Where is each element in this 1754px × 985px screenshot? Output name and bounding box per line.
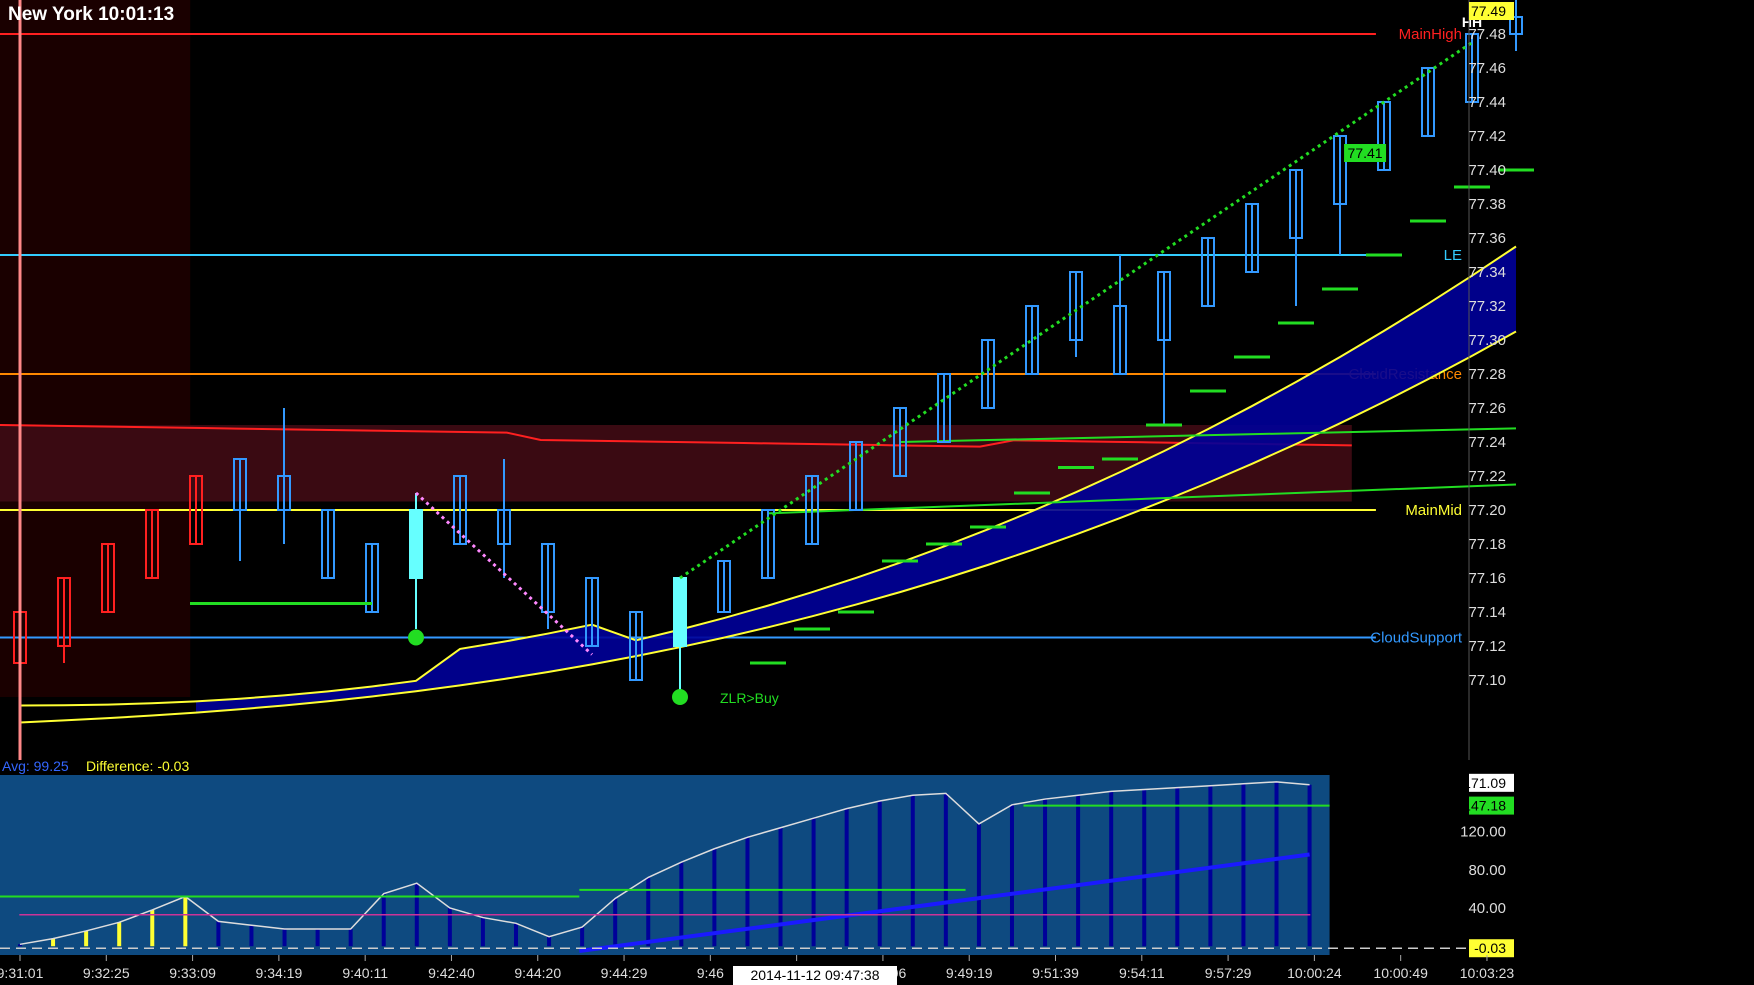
price-tick-label: 77.46: [1468, 60, 1506, 77]
price-tick-label: 77.20: [1468, 502, 1506, 519]
price-tick-label: 77.22: [1468, 468, 1506, 485]
level-label-mainhigh: MainHigh: [1399, 26, 1462, 43]
price-tick-label: 77.48: [1468, 26, 1506, 43]
time-tick-label: 10:00:24: [1287, 965, 1342, 981]
time-tick-label: 9:34:19: [256, 965, 303, 981]
price-tick-label: 77.32: [1468, 298, 1506, 315]
price-tick-label: 77.34: [1468, 264, 1506, 281]
chart-title: New York 10:01:13: [8, 4, 175, 25]
indicator-panel: [0, 775, 1330, 955]
time-tick-label: 9:33:09: [169, 965, 216, 981]
price-tick-label: 77.24: [1468, 434, 1506, 451]
price-tick-label: 77.12: [1468, 638, 1506, 655]
price-tick-label: 77.40: [1468, 162, 1506, 179]
time-tick-label: 9:54:11: [1119, 965, 1165, 981]
level-label-le: LE: [1444, 247, 1462, 264]
premarket-zone: [0, 0, 191, 697]
price-tick-label: 77.26: [1468, 400, 1506, 417]
price-marker-label: 77.41: [1348, 145, 1383, 161]
indicator-green-label: 147.18: [1463, 798, 1506, 814]
last-price-label: 77.49: [1471, 3, 1506, 19]
price-tick-label: 77.28: [1468, 366, 1506, 383]
zlr-buy-label: ZLR>Buy: [720, 690, 779, 706]
price-tick-label: 77.42: [1468, 128, 1506, 145]
price-tick-label: 77.16: [1468, 570, 1506, 587]
time-tick-label: 10:00:49: [1373, 965, 1428, 981]
time-tick-label: 10:03:23: [1460, 965, 1515, 981]
avg-readout: Avg: 99.25: [2, 758, 69, 774]
entry-dot: [672, 689, 688, 705]
price-tick-label: 77.10: [1468, 672, 1506, 689]
time-tick-label: 9:44:20: [514, 965, 561, 981]
indicator-top-label: 171.09: [1463, 775, 1506, 791]
time-tick-label: 9:46: [697, 965, 724, 981]
time-tick-label: 9:31:01: [0, 965, 44, 981]
price-tick-label: 77.18: [1468, 536, 1506, 553]
price-tick-label: 77.38: [1468, 196, 1506, 213]
price-tick-label: 77.36: [1468, 230, 1506, 247]
time-tick-label: 9:57:29: [1205, 965, 1252, 981]
time-tick-label: 9:40:11: [342, 965, 388, 981]
price-tick-label: 77.44: [1468, 94, 1506, 111]
price-tick-label: 77.14: [1468, 604, 1506, 621]
candle-body: [409, 509, 423, 579]
cursor-timestamp: 2014-11-12 09:47:38: [733, 966, 897, 985]
indicator-tick-label: 40.00: [1468, 900, 1506, 917]
time-tick-label: 9:32:25: [83, 965, 130, 981]
time-tick-label: 9:51:39: [1032, 965, 1079, 981]
candle-body: [673, 577, 687, 647]
level-label-cloudsupport: CloudSupport: [1370, 630, 1463, 647]
difference-readout: Difference: -0.03: [86, 758, 190, 774]
entry-dot: [408, 629, 424, 646]
price-tick-label: 77.30: [1468, 332, 1506, 349]
indicator-tick-label: 80.00: [1468, 862, 1506, 879]
indicator-tick-label: 120.00: [1460, 824, 1506, 841]
indicator-last-label: -0.03: [1474, 940, 1506, 956]
chart-canvas: MainHighLECloudResistanceMainMidCloudSup…: [0, 0, 1534, 981]
time-tick-label: 9:49:19: [946, 965, 993, 981]
time-tick-label: 9:44:29: [601, 965, 648, 981]
time-tick-label: 9:42:40: [428, 965, 475, 981]
level-label-mainmid: MainMid: [1405, 502, 1462, 519]
